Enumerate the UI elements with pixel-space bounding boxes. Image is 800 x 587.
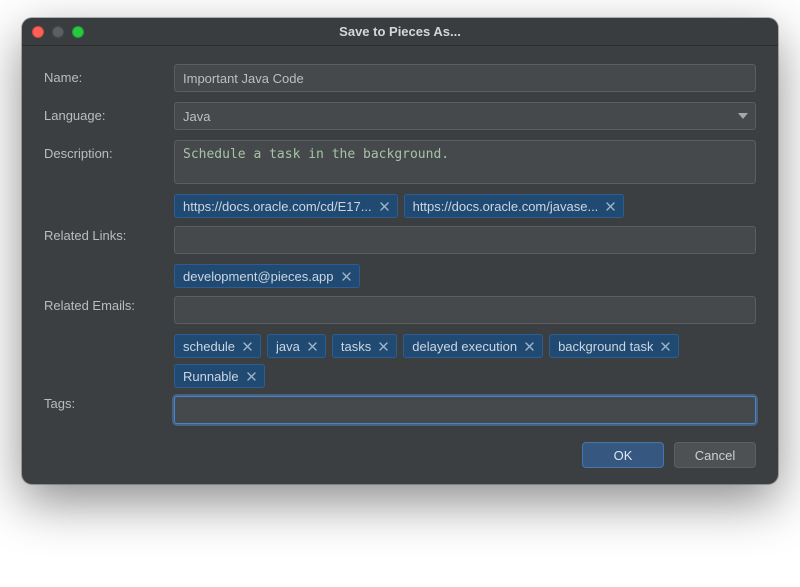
- tags-chips: schedule java tasks delayed execution: [174, 334, 756, 388]
- window-controls: [32, 26, 84, 38]
- tag-chip-label: Runnable: [183, 369, 239, 384]
- dialog-content: Name: Language: Java Description: [22, 46, 778, 484]
- tag-chip-label: schedule: [183, 339, 235, 354]
- remove-chip-icon[interactable]: [340, 272, 353, 281]
- minimize-window-button: [52, 26, 64, 38]
- tag-chip-label: delayed execution: [412, 339, 517, 354]
- tag-chip-label: background task: [558, 339, 653, 354]
- tags-input[interactable]: [174, 396, 756, 424]
- remove-chip-icon[interactable]: [604, 202, 617, 211]
- name-input[interactable]: [174, 64, 756, 92]
- zoom-window-button[interactable]: [72, 26, 84, 38]
- description-row: Description: Schedule a task in the back…: [44, 140, 756, 184]
- tag-chip[interactable]: background task: [549, 334, 679, 358]
- tag-chip-label: java: [276, 339, 300, 354]
- description-label: Description:: [44, 140, 174, 161]
- remove-chip-icon[interactable]: [378, 202, 391, 211]
- name-row: Name:: [44, 64, 756, 92]
- language-label: Language:: [44, 102, 174, 123]
- tag-chip[interactable]: java: [267, 334, 326, 358]
- tag-chip[interactable]: delayed execution: [403, 334, 543, 358]
- dialog-button-row: OK Cancel: [44, 434, 756, 468]
- link-chip[interactable]: https://docs.oracle.com/cd/E17...: [174, 194, 398, 218]
- language-select[interactable]: Java: [174, 102, 756, 130]
- email-chip[interactable]: development@pieces.app: [174, 264, 360, 288]
- cancel-button[interactable]: Cancel: [674, 442, 756, 468]
- language-select-wrap: Java: [174, 102, 756, 130]
- link-chip-label: https://docs.oracle.com/cd/E17...: [183, 199, 372, 214]
- remove-chip-icon[interactable]: [245, 372, 258, 381]
- remove-chip-icon[interactable]: [659, 342, 672, 351]
- related-links-row: Related Links: https://docs.oracle.com/c…: [44, 194, 756, 254]
- description-input[interactable]: Schedule a task in the background.: [174, 140, 756, 184]
- tag-chip[interactable]: schedule: [174, 334, 261, 358]
- link-chip[interactable]: https://docs.oracle.com/javase...: [404, 194, 625, 218]
- tag-chip[interactable]: tasks: [332, 334, 397, 358]
- dialog-window: Save to Pieces As... Name: Language: Jav…: [22, 18, 778, 484]
- remove-chip-icon[interactable]: [377, 342, 390, 351]
- related-emails-chips: development@pieces.app: [174, 264, 756, 288]
- related-links-chips: https://docs.oracle.com/cd/E17... https:…: [174, 194, 756, 218]
- email-chip-label: development@pieces.app: [183, 269, 334, 284]
- titlebar: Save to Pieces As...: [22, 18, 778, 46]
- related-links-label: Related Links:: [44, 194, 174, 243]
- related-emails-row: Related Emails: development@pieces.app: [44, 264, 756, 324]
- remove-chip-icon[interactable]: [306, 342, 319, 351]
- window-title: Save to Pieces As...: [339, 24, 461, 39]
- name-label: Name:: [44, 64, 174, 85]
- remove-chip-icon[interactable]: [241, 342, 254, 351]
- ok-button[interactable]: OK: [582, 442, 664, 468]
- remove-chip-icon[interactable]: [523, 342, 536, 351]
- related-emails-input[interactable]: [174, 296, 756, 324]
- tags-row: Tags: schedule java tasks: [44, 334, 756, 424]
- close-window-button[interactable]: [32, 26, 44, 38]
- language-row: Language: Java: [44, 102, 756, 130]
- tag-chip[interactable]: Runnable: [174, 364, 265, 388]
- related-emails-label: Related Emails:: [44, 264, 174, 313]
- tag-chip-label: tasks: [341, 339, 371, 354]
- tags-label: Tags:: [44, 334, 174, 411]
- link-chip-label: https://docs.oracle.com/javase...: [413, 199, 599, 214]
- related-links-input[interactable]: [174, 226, 756, 254]
